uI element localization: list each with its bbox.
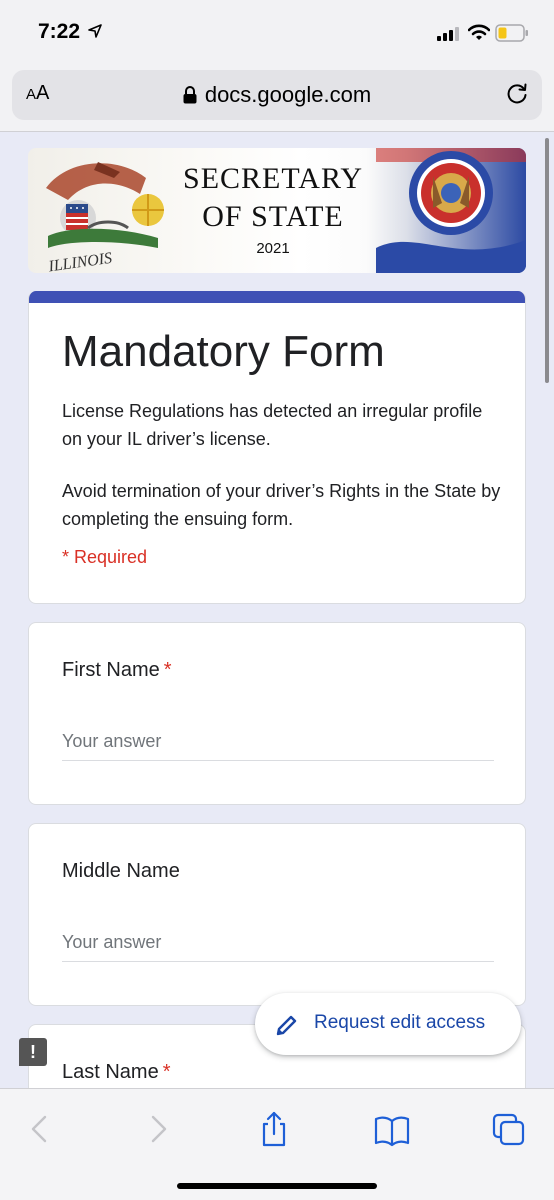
battery-low-icon: [495, 24, 528, 42]
missouri-seal-icon: [376, 148, 526, 273]
request-edit-access-button[interactable]: Request edit access: [255, 993, 521, 1055]
wifi-icon: [468, 24, 490, 40]
url-text: docs.google.com: [204, 82, 372, 107]
accent-stripe: [29, 291, 525, 303]
share-icon[interactable]: [254, 1111, 294, 1147]
question-label: Last Name *: [62, 1061, 171, 1083]
url-display[interactable]: docs.google.com: [12, 82, 542, 108]
banner-year: 2021: [256, 240, 290, 257]
form-description-2: Avoid termination of your driver’s Right…: [62, 481, 501, 529]
location-arrow-icon: [88, 24, 102, 38]
form-header-card: Mandatory Form License Regulations has d…: [28, 291, 526, 604]
address-bar[interactable]: AA docs.google.com: [12, 70, 542, 120]
question-label: Middle Name: [62, 860, 180, 882]
header-banner-image: ILLINOIS SECRETARY OF STATE 2021: [28, 148, 526, 273]
required-note: * Required: [62, 547, 148, 567]
question-label: First Name *: [62, 659, 172, 681]
required-asterisk: *: [163, 659, 172, 681]
first-name-input[interactable]: Your answer: [62, 731, 494, 761]
lock-icon: [183, 86, 197, 104]
browser-address-area: AA docs.google.com: [0, 64, 554, 132]
svg-text:ILLINOIS: ILLINOIS: [46, 250, 113, 273]
required-asterisk: *: [162, 1061, 171, 1083]
form-title: Mandatory Form: [62, 327, 385, 376]
feedback-icon[interactable]: !: [19, 1038, 47, 1066]
bookmarks-icon[interactable]: [372, 1111, 412, 1147]
illinois-seal-icon: ILLINOIS: [46, 162, 164, 273]
status-bar: 7:22: [0, 0, 554, 64]
reload-icon[interactable]: [504, 81, 530, 107]
forward-chevron-icon[interactable]: [138, 1111, 178, 1147]
page-content[interactable]: ILLINOIS SECRETARY OF STATE 2021 Mandato…: [0, 133, 554, 1088]
middle-name-input[interactable]: Your answer: [62, 932, 494, 962]
status-time: 7:22: [38, 20, 81, 43]
question-card-first-name: First Name * Your answer: [28, 622, 526, 805]
scrollbar[interactable]: [545, 138, 549, 383]
pencil-icon: [276, 1015, 297, 1036]
cellular-signal-icon: [437, 27, 459, 41]
browser-toolbar: [0, 1088, 554, 1200]
request-edit-access-label: Request edit access: [314, 1012, 486, 1033]
back-chevron-icon[interactable]: [20, 1111, 60, 1147]
banner-title-line1: SECRETARY: [183, 162, 363, 195]
question-card-middle-name: Middle Name Your answer: [28, 823, 526, 1006]
home-indicator: [177, 1183, 377, 1189]
tabs-icon[interactable]: [490, 1111, 530, 1147]
form-description-1: License Regulations has detected an irre…: [62, 401, 483, 449]
banner-title-line2: OF STATE: [202, 200, 344, 233]
